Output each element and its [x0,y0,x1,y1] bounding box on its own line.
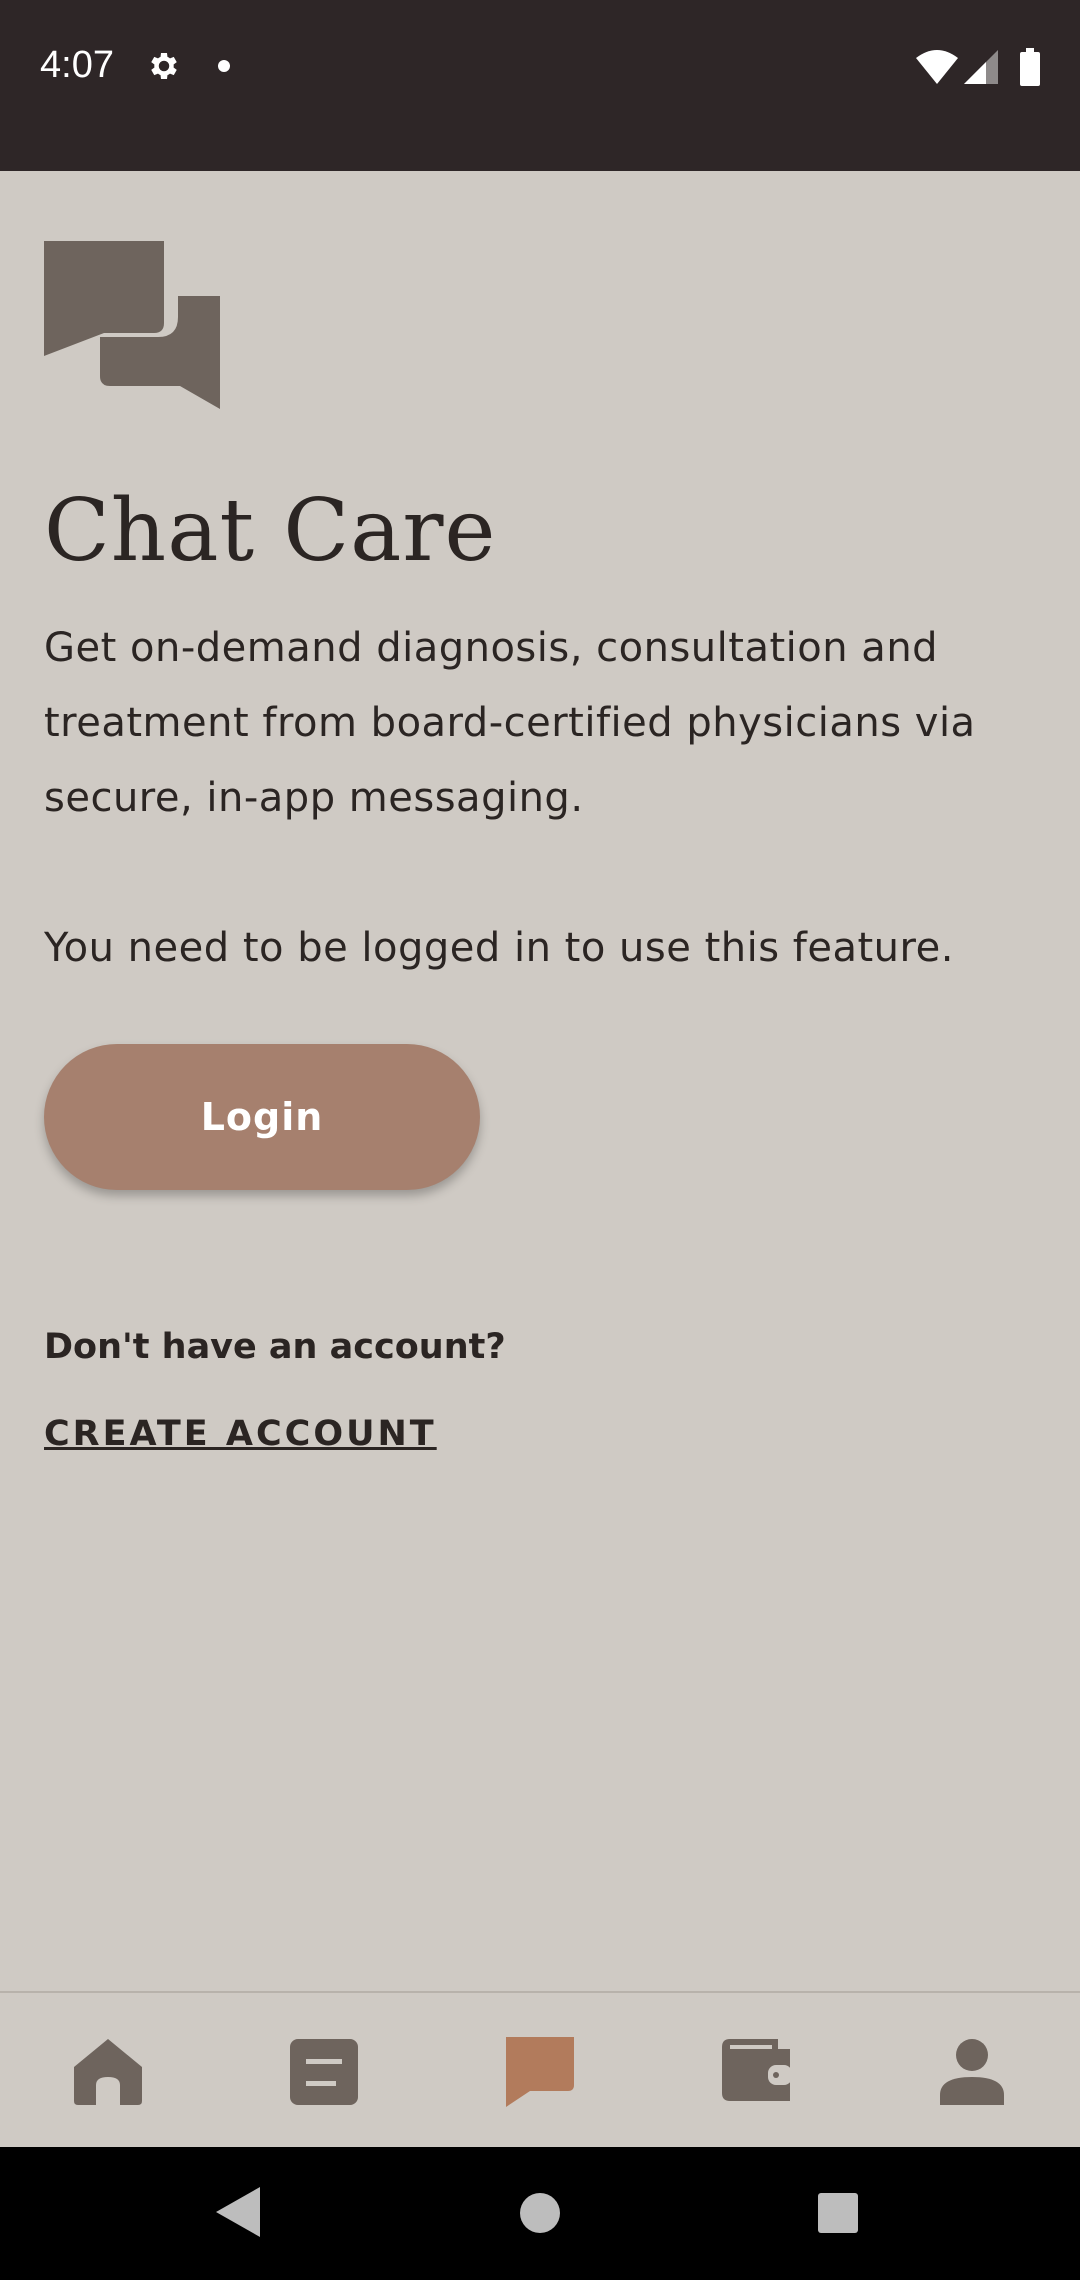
create-account-link[interactable]: CREATE ACCOUNT [44,1414,437,1454]
nav-item-wallet[interactable] [648,1993,864,2149]
signal-icon [964,50,998,84]
page-title: Chat Care [44,481,497,581]
recent-apps-icon[interactable] [818,2193,858,2233]
chat-bubbles-icon [44,241,220,409]
nav-item-chat[interactable] [432,1993,648,2149]
login-button[interactable]: Login [44,1044,480,1190]
gear-icon [151,52,177,80]
system-navigation-bar [0,2147,1080,2280]
wallet-icon [722,2039,792,2101]
document-icon [290,2039,358,2105]
notification-dot-icon [218,60,230,72]
nav-item-documents[interactable] [216,1993,432,2149]
home-button-icon[interactable] [520,2193,560,2233]
chat-icon [506,2037,574,2107]
chat-care-screen: Chat Care Get on-demand diagnosis, consu… [0,171,1080,1991]
wifi-icon [916,50,958,84]
status-bar: 4:07 [0,0,1080,171]
login-required-note: You need to be logged in to use this fea… [44,925,954,971]
nav-item-home[interactable] [0,1993,216,2149]
home-icon [74,2039,142,2105]
back-icon[interactable] [216,2187,260,2237]
nav-item-profile[interactable] [864,1993,1080,2149]
no-account-text: Don't have an account? [44,1327,506,1367]
status-time: 4:07 [40,44,114,86]
bottom-navigation [0,1991,1080,2149]
battery-icon [1020,48,1040,86]
feature-description: Get on-demand diagnosis, consultation an… [44,625,976,821]
profile-icon [940,2039,1004,2105]
